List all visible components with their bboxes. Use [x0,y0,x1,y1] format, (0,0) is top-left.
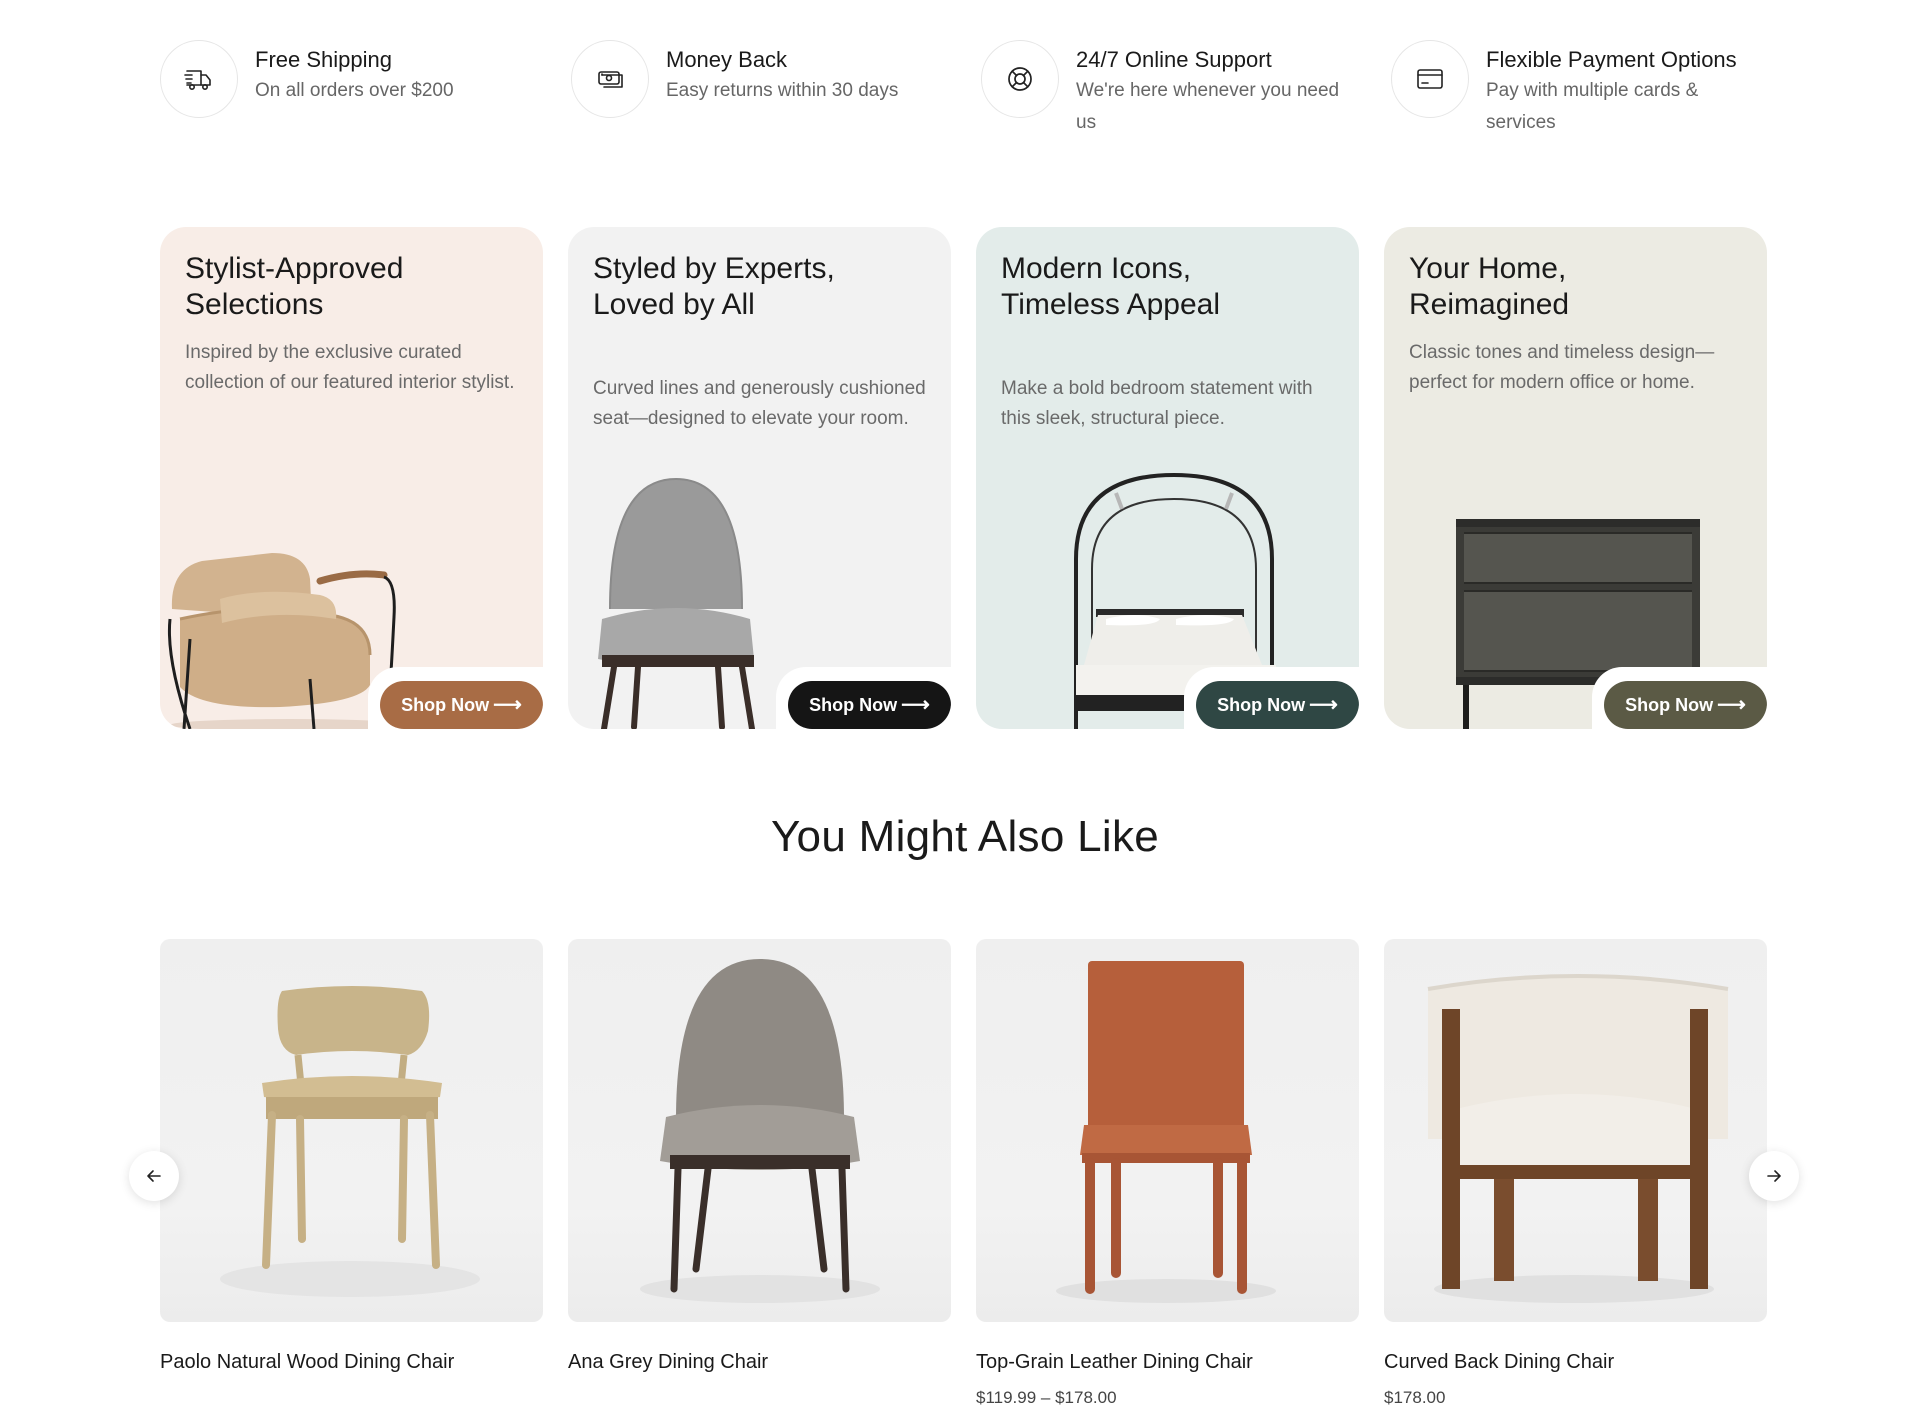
product-image[interactable] [160,939,543,1322]
promo-card-experts[interactable]: Styled by Experts, Loved by All Curved l… [568,227,951,729]
feature-subtitle: We're here whenever you need us [1076,80,1340,133]
promo-description: Make a bold bedroom statement with this … [1001,378,1313,429]
product-name[interactable]: Curved Back Dining Chair [1384,1349,1767,1375]
arrow-right-icon: ⟶ [1717,694,1746,716]
arrow-right-icon: ⟶ [1309,694,1338,716]
feature-subtitle: On all orders over $200 [255,80,454,101]
product-price: $119.99 – $178.00 [976,1388,1117,1407]
product-image[interactable] [1384,939,1767,1322]
promo-description: Classic tones and timeless design—perfec… [1409,342,1715,393]
product-name[interactable]: Top-Grain Leather Dining Chair [976,1349,1359,1375]
arrow-right-icon [1767,1170,1781,1182]
arrow-right-icon: ⟶ [901,694,930,716]
feature-subtitle: Pay with multiple cards & services [1486,80,1699,133]
carousel-prev-button[interactable] [129,1151,179,1201]
product-price: $178.00 [1384,1388,1446,1407]
shop-now-button[interactable]: Shop Now ⟶ [380,681,543,729]
shop-now-label: Shop Now [401,694,490,715]
shop-now-label: Shop Now [809,694,898,715]
ana-grey-chair-image [640,959,880,1303]
feature-free-shipping: Free Shipping On all orders over $200 [160,40,560,118]
leather-chair-image [1056,961,1276,1303]
wood-chair-image [220,986,480,1297]
section-title: You Might Also Like [770,812,1160,861]
arrow-right-icon: ⟶ [493,694,522,716]
product-card[interactable]: Ana Grey Dining Chair [568,939,951,1387]
promo-card-home[interactable]: Your Home, Reimagined Classic tones and … [1384,227,1767,729]
shop-now-label: Shop Now [1217,694,1306,715]
product-carousel: Paolo Natural Wood Dining Chair Ana Grey… [160,939,1767,1409]
promo-title: Your Home, Reimagined [1409,252,1570,321]
shop-now-button[interactable]: Shop Now ⟶ [1604,681,1767,729]
product-name[interactable]: Paolo Natural Wood Dining Chair [160,1349,543,1375]
promo-description: Curved lines and generously cushioned se… [593,378,926,429]
credit-card-icon [1391,40,1469,118]
promo-cards: Stylist-Approved Selections Inspired by … [160,227,1767,729]
product-card[interactable]: Top-Grain Leather Dining Chair $119.99 –… [976,939,1359,1409]
product-card[interactable]: Paolo Natural Wood Dining Chair [160,939,543,1387]
promo-title: Styled by Experts, Loved by All [593,252,835,321]
promo-description: Inspired by the exclusive curated collec… [185,342,515,393]
feature-title: Money Back [666,47,788,72]
carousel-next-button[interactable] [1749,1151,1799,1201]
feature-title: Free Shipping [255,47,392,72]
feature-flexible-payment: Flexible Payment Options Pay with multip… [1391,40,1791,139]
lifebuoy-icon [981,40,1059,118]
product-image[interactable] [568,939,951,1322]
arrow-left-icon [147,1170,161,1182]
promo-title: Modern Icons, Timeless Appeal [1001,252,1220,321]
curved-back-chair-image [1427,974,1729,1303]
truck-icon [160,40,238,118]
feature-money-back: Money Back Easy returns within 30 days [571,40,971,118]
feature-title: 24/7 Online Support [1076,47,1272,72]
shop-now-label: Shop Now [1625,694,1714,715]
product-image[interactable] [976,939,1359,1322]
promo-card-modern-icons[interactable]: Modern Icons, Timeless Appeal Make a bol… [976,227,1359,729]
promo-card-stylist[interactable]: Stylist-Approved Selections Inspired by … [160,227,543,729]
product-card[interactable]: Curved Back Dining Chair $178.00 [1384,939,1767,1409]
feature-online-support: 24/7 Online Support We're here whenever … [981,40,1381,139]
shop-now-button[interactable]: Shop Now ⟶ [788,681,951,729]
feature-title: Flexible Payment Options [1486,47,1737,72]
feature-subtitle: Easy returns within 30 days [666,80,899,101]
product-name[interactable]: Ana Grey Dining Chair [568,1349,951,1375]
features-bar: Free Shipping On all orders over $200 Mo… [160,40,1760,150]
shop-now-button[interactable]: Shop Now ⟶ [1196,681,1359,729]
promo-title: Stylist-Approved Selections [185,252,404,321]
money-icon [571,40,649,118]
